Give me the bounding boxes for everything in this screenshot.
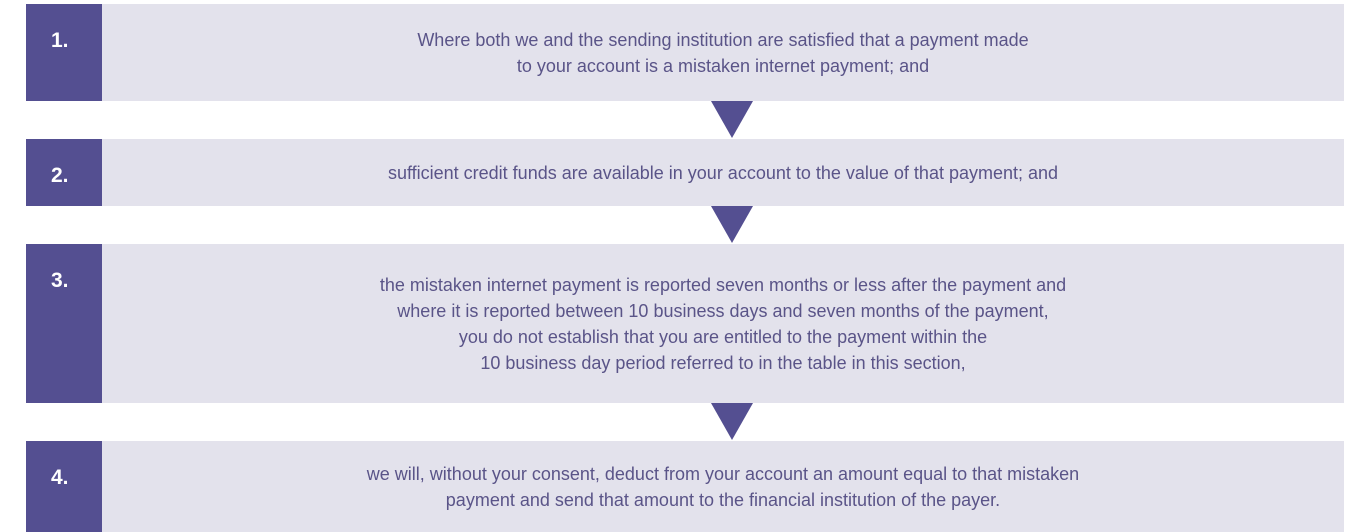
down-arrow-icon bbox=[711, 403, 753, 440]
step-1-text: Where both we and the sending institutio… bbox=[417, 29, 1029, 76]
down-arrow-icon bbox=[711, 101, 753, 138]
step-2-text: sufficient credit funds are available in… bbox=[387, 162, 1059, 183]
step-1-box: 1. Where both we and the sending institu… bbox=[26, 4, 1344, 101]
step-3-text: the mistaken internet payment is reporte… bbox=[379, 274, 1067, 373]
step-1-number: 1. bbox=[26, 4, 102, 101]
step-3-number: 3. bbox=[26, 244, 102, 403]
step-4-text: we will, without your consent, deduct fr… bbox=[366, 463, 1080, 510]
step-3-box: 3. the mistaken internet payment is repo… bbox=[26, 244, 1344, 403]
step-4-number: 4. bbox=[26, 441, 102, 532]
down-arrow-icon bbox=[711, 206, 753, 243]
step-2-number: 2. bbox=[26, 139, 102, 206]
process-flow: 1. Where both we and the sending institu… bbox=[0, 0, 1351, 532]
step-4-box: 4. we will, without your consent, deduct… bbox=[26, 441, 1344, 532]
step-2-box: 2. sufficient credit funds are available… bbox=[26, 139, 1344, 206]
